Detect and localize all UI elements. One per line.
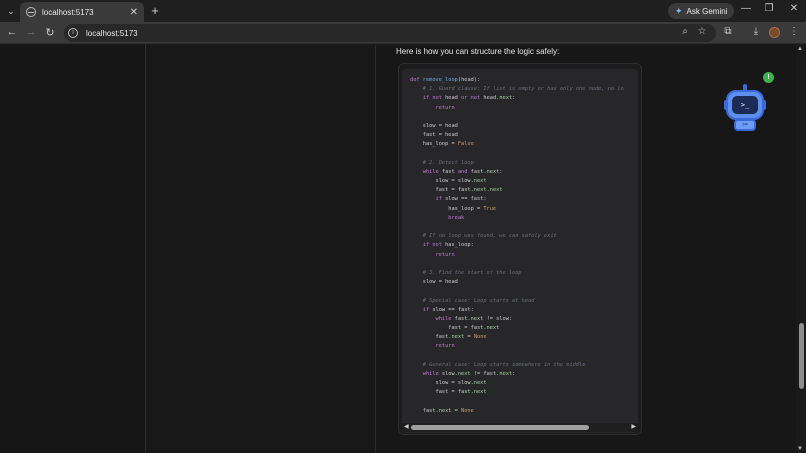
middle-panel [146, 45, 376, 453]
address-bar[interactable]: i localhost:5173 [64, 24, 716, 42]
avatar[interactable] [769, 27, 780, 38]
page-vertical-scrollbar[interactable]: ▲ ▼ [796, 45, 806, 453]
code-line: slow = head [410, 279, 458, 286]
code-line: # 2. Detect loop [422, 159, 474, 166]
bookmark-star-icon[interactable]: ☆ [695, 26, 709, 37]
code-line: def remove_loop(head): [410, 77, 481, 83]
code-line: fast.next = None [410, 407, 474, 414]
window-close-icon[interactable]: ✕ [786, 3, 802, 14]
code-horizontal-scrollbar[interactable]: ◀ ▶ [402, 423, 638, 432]
code-line: # 3. Find the start of the loop [422, 269, 522, 276]
url-text: localhost:5173 [86, 28, 138, 38]
robot-screen: >_ [732, 96, 758, 114]
code-line: fast = fast.next [410, 325, 500, 332]
code-line: fast = head [410, 132, 458, 139]
code-line: while fast.next != slow: [435, 315, 513, 322]
reload-icon[interactable]: ↻ [43, 26, 57, 39]
tab-search-icon[interactable]: ⌄ [2, 0, 20, 22]
browser-toolbar: ← → ↻ i localhost:5173 ⌕ ☆ ⧉ ⤓ ⋮ [0, 22, 806, 44]
page-content: Here is how you can structure the logic … [0, 45, 806, 453]
ask-gemini-label: Ask Gemini [686, 6, 728, 16]
response-intro-text: Here is how you can structure the logic … [396, 47, 560, 56]
code-line: if slow == fast: [422, 306, 474, 313]
robot-assistant-icon[interactable]: >_ >= [724, 82, 768, 134]
download-icon[interactable]: ⤓ [749, 26, 763, 37]
code-line: fast = fast.next [410, 389, 487, 396]
tab-strip: ⌄ localhost:5173 ✕ + ✦ Ask Gemini — ❐ ✕ [0, 0, 806, 22]
notification-badge: ! [763, 72, 774, 83]
restore-icon[interactable]: ❐ [761, 3, 777, 14]
code-line: has_loop = False [410, 141, 474, 148]
close-icon[interactable]: ✕ [130, 7, 138, 18]
code-line: fast = fast.next.next [410, 187, 503, 194]
code-line: slow = head [410, 122, 458, 129]
code-line: has_loop = True [410, 205, 497, 212]
code-line: # If no loop was found, we can safely ex… [422, 233, 557, 240]
site-info-icon[interactable]: i [68, 28, 78, 38]
code-text: def remove_loop(head): # 1. Guard clause… [410, 76, 624, 416]
back-arrow-icon[interactable]: ← [5, 26, 19, 38]
gemini-spark-icon: ✦ [675, 5, 683, 16]
scroll-up-icon[interactable]: ▲ [797, 46, 803, 52]
code-line: slow = slow.next [410, 380, 487, 387]
code-line: if not has_loop: [422, 242, 474, 249]
scrollbar-thumb[interactable] [799, 323, 804, 389]
scroll-down-icon[interactable]: ▼ [797, 446, 803, 452]
code-line: # General case: Loop starts somewhere in… [422, 361, 586, 368]
scroll-right-icon[interactable]: ▶ [631, 423, 636, 432]
globe-icon [26, 7, 36, 17]
plus-icon[interactable]: + [148, 3, 162, 18]
scrollbar-thumb[interactable] [411, 425, 589, 430]
forward-arrow-icon[interactable]: → [24, 26, 38, 38]
code-line: while fast and fast.next: [422, 168, 503, 175]
ask-gemini-button[interactable]: ✦ Ask Gemini [668, 3, 735, 19]
robot-body: >= [734, 119, 756, 131]
code-line: return [435, 104, 455, 111]
left-panel [0, 45, 146, 453]
zoom-icon[interactable]: ⌕ [678, 26, 692, 37]
code-line: if not head or not head.next: [422, 95, 516, 102]
code-block[interactable]: def remove_loop(head): # 1. Guard clause… [402, 69, 638, 433]
minimize-icon[interactable]: — [738, 3, 754, 14]
code-line: return [435, 343, 455, 350]
browser-tab[interactable]: localhost:5173 ✕ [20, 2, 144, 22]
code-line: while slow.next != fast.next: [422, 371, 516, 377]
code-line: # 1. Guard clause: If list is empty or h… [422, 86, 624, 93]
code-line: if slow == fast: [435, 196, 487, 203]
code-line: break [448, 214, 465, 221]
more-menu-icon[interactable]: ⋮ [787, 26, 801, 37]
extensions-icon[interactable]: ⧉ [721, 26, 735, 37]
tab-title: localhost:5173 [42, 7, 94, 17]
code-line: slow = slow.next [410, 178, 487, 185]
code-line: return [435, 251, 455, 258]
code-line: # Special case: Loop starts at head [422, 297, 535, 304]
scroll-left-icon[interactable]: ◀ [404, 423, 409, 432]
code-line: fast.next = None [410, 334, 487, 341]
